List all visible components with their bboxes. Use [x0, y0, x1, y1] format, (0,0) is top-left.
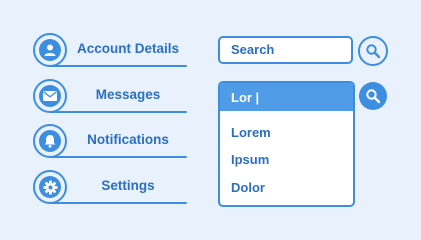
- menu-item-settings[interactable]: Settings: [33, 170, 187, 204]
- menu-item-notifications[interactable]: Notifications: [33, 124, 187, 158]
- menu-label: Messages: [95, 87, 161, 102]
- search-autocomplete-dropdown: Lor | Lorem Ipsum Dolor: [218, 81, 355, 207]
- menu-item-account-details[interactable]: Account Details: [33, 33, 187, 67]
- menu-underline: [49, 111, 187, 113]
- menu-label: Account Details: [76, 41, 180, 56]
- user-icon: [39, 39, 61, 61]
- active-search-value: Lor |: [231, 90, 260, 105]
- search-icon: [366, 44, 381, 59]
- menu-label: Settings: [101, 178, 155, 193]
- search-button[interactable]: [358, 36, 388, 66]
- menu-underline: [49, 202, 187, 204]
- search-input[interactable]: Search: [218, 36, 353, 64]
- menu-underline: [49, 65, 187, 67]
- menu-underline: [49, 156, 187, 158]
- suggestion-item[interactable]: Lorem: [231, 125, 271, 140]
- envelope-icon: [39, 85, 61, 107]
- menu-item-messages[interactable]: Messages: [33, 79, 187, 113]
- settings-icon-badge: [33, 170, 67, 204]
- suggestion-item[interactable]: Dolor: [231, 180, 265, 195]
- notifications-icon-badge: [33, 124, 67, 158]
- messages-icon-badge: [33, 79, 67, 113]
- search-placeholder: Search: [231, 42, 275, 57]
- active-search-button[interactable]: [359, 82, 387, 110]
- menu-label: Notifications: [87, 132, 169, 147]
- account-icon-badge: [33, 33, 67, 67]
- bell-icon: [39, 130, 61, 152]
- search-icon: [366, 89, 381, 104]
- gear-icon: [39, 176, 61, 198]
- active-search-input[interactable]: Lor |: [220, 83, 353, 111]
- suggestion-item[interactable]: Ipsum: [231, 152, 269, 167]
